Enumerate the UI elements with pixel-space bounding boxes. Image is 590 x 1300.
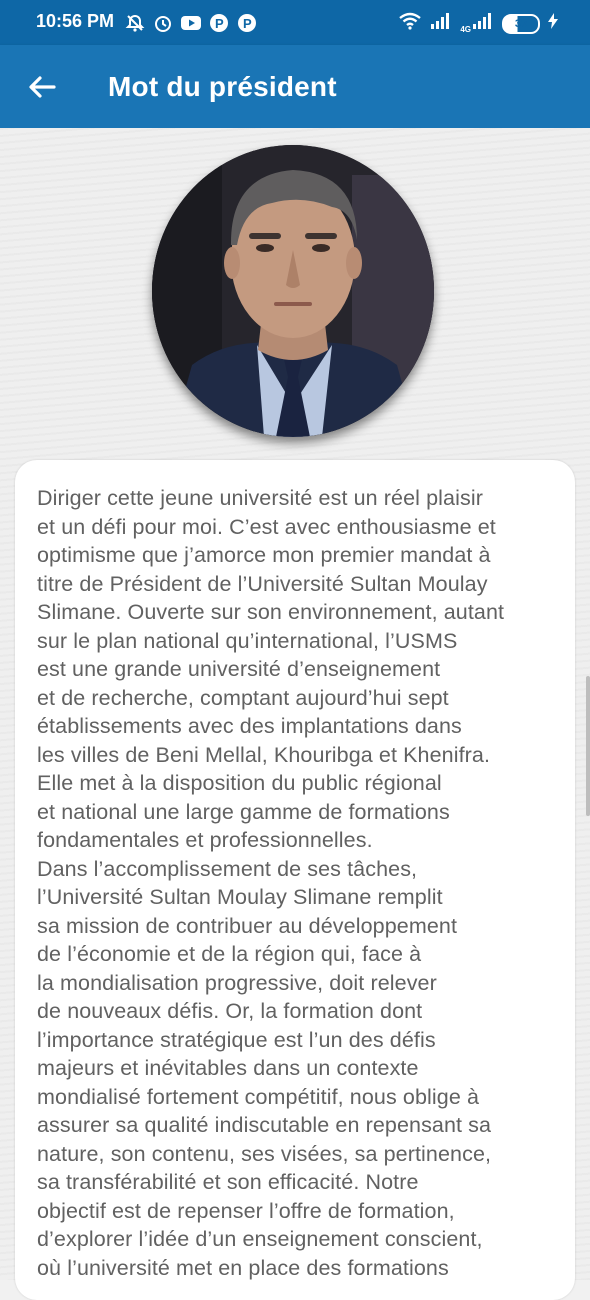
- bell-off-icon: [125, 13, 145, 33]
- app-bar: Mot du président: [0, 45, 590, 128]
- battery-icon: 39: [502, 13, 540, 34]
- signal-icon: [472, 13, 494, 34]
- status-time: 10:56 PM: [36, 11, 115, 31]
- signal-icon: [430, 13, 452, 34]
- message-card: Diriger cette jeune université est un ré…: [15, 460, 575, 1300]
- president-photo: [152, 145, 434, 437]
- p-icon: P: [237, 13, 257, 33]
- scrollbar[interactable]: [586, 676, 590, 816]
- system-icons: 4G 39: [398, 12, 558, 35]
- alarm-icon: [153, 13, 173, 33]
- back-button[interactable]: [26, 71, 58, 103]
- svg-text:P: P: [215, 16, 224, 31]
- content-area[interactable]: Diriger cette jeune université est un ré…: [0, 128, 590, 1300]
- notification-icons: P P: [125, 13, 257, 33]
- charging-icon: [548, 13, 558, 34]
- p-icon: P: [209, 13, 229, 33]
- arrow-left-icon: [29, 76, 56, 98]
- network-label: 4G: [460, 25, 471, 34]
- battery-level: 39: [514, 17, 528, 30]
- network-4g: 4G: [460, 13, 494, 34]
- youtube-icon: [181, 13, 201, 33]
- page-title: Mot du président: [108, 71, 337, 102]
- wifi-icon: [398, 12, 422, 35]
- svg-text:P: P: [243, 16, 252, 31]
- status-bar: 10:56 PM P P 4G 39: [0, 0, 590, 45]
- president-message: Diriger cette jeune université est un ré…: [37, 486, 505, 1280]
